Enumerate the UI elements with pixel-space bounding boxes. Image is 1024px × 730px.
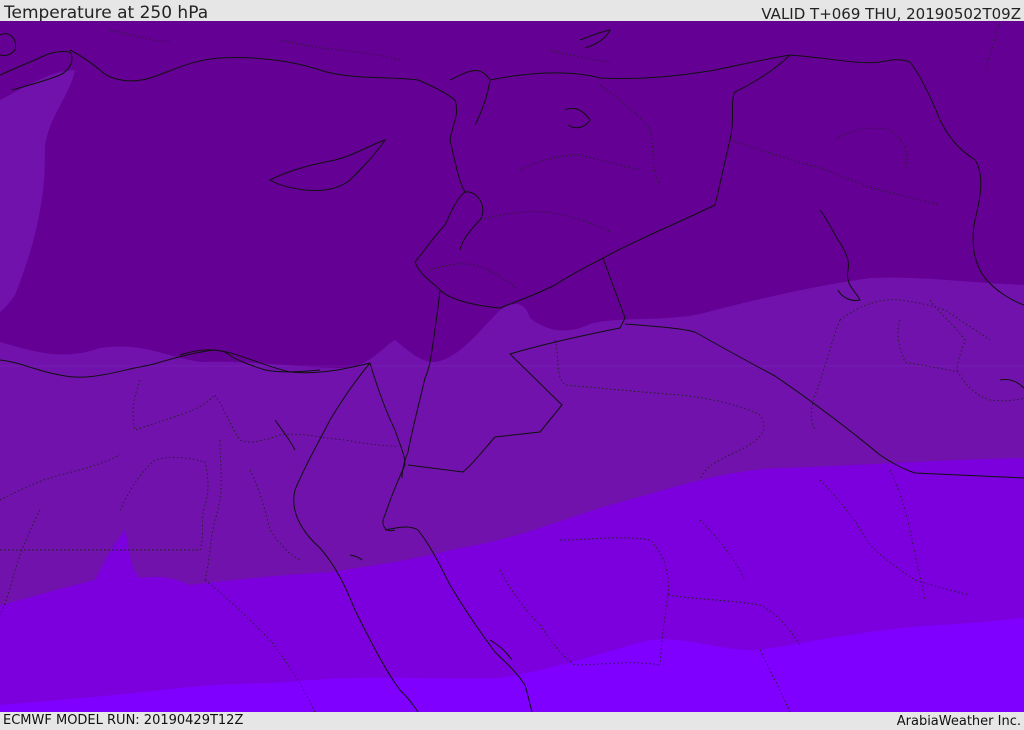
- temperature-map[interactable]: [0, 21, 1024, 712]
- credit-label: ArabiaWeather Inc.: [896, 714, 1021, 729]
- footer-bar: ECMWF MODEL RUN: 20190429T12Z ArabiaWeat…: [0, 712, 1024, 729]
- map-title: Temperature at 250 hPa: [4, 3, 209, 23]
- map-canvas: [0, 21, 1024, 712]
- header-bar: Temperature at 250 hPa VALID T+069 THU, …: [0, 0, 1024, 23]
- model-run-label: ECMWF MODEL RUN: 20190429T12Z: [3, 713, 244, 728]
